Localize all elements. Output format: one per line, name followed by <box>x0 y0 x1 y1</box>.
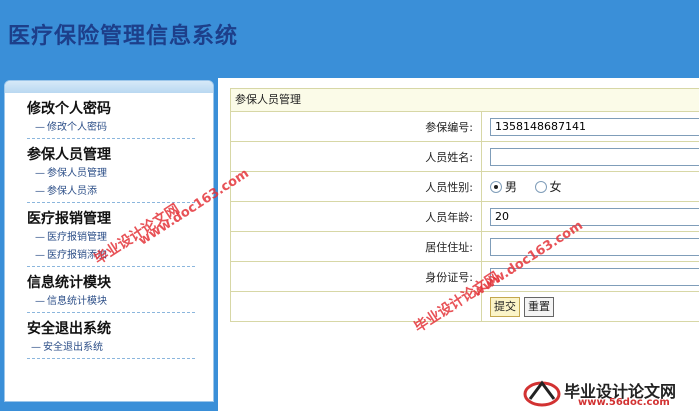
dash-icon: — <box>35 232 45 243</box>
menu-group-insured: 参保人员管理 — 参保人员管理 — 参保人员添 <box>5 145 213 203</box>
form-row: 人员姓名: <box>231 141 699 172</box>
dash-icon: — <box>31 342 41 353</box>
sidebar-item-label: 修改个人密码 <box>47 122 107 133</box>
form-row: 人员性别: 男 女 <box>231 171 699 202</box>
dash-icon: — <box>35 122 45 133</box>
sidebar-item-insured-manage[interactable]: — 参保人员管理 <box>27 165 189 183</box>
dash-icon: — <box>35 168 45 179</box>
divider <box>27 358 195 359</box>
label-gender: 人员性别: <box>231 171 482 202</box>
menu-group-stats: 信息统计模块 — 信息统计模块 <box>5 273 213 313</box>
menu-head-password: 修改个人密码 <box>27 101 111 117</box>
logo-icon <box>523 380 561 407</box>
menu-head-stats: 信息统计模块 <box>27 275 111 291</box>
sidebar-item-label: 安全退出系统 <box>43 342 103 353</box>
app-title: 医疗保险管理信息系统 <box>8 23 239 49</box>
form-row: 参保编号: <box>231 112 699 142</box>
divider <box>27 266 195 267</box>
dash-icon: — <box>35 250 45 261</box>
name-input[interactable] <box>490 147 699 166</box>
logo-url: www.56doc.com <box>578 397 670 408</box>
age-input[interactable] <box>490 207 699 226</box>
menu-head-logout: 安全退出系统 <box>27 321 111 337</box>
label-name: 人员姓名: <box>231 141 482 172</box>
sidebar-item-change-password[interactable]: — 修改个人密码 <box>27 119 189 137</box>
sidebar-item-label: 参保人员管理 <box>47 168 107 179</box>
address-input[interactable] <box>490 237 699 256</box>
footer-logo: 毕业设计论文网 www.56doc.com <box>520 376 698 410</box>
menu-group-logout: 安全退出系统 — 安全退出系统 <box>5 319 213 359</box>
gender-female-radio[interactable] <box>534 180 547 193</box>
insure-no-input[interactable] <box>490 117 699 136</box>
dash-icon: — <box>35 296 45 307</box>
gender-male-radio[interactable] <box>490 180 502 193</box>
menu-head-insured: 参保人员管理 <box>27 147 111 163</box>
label-address: 居住住址: <box>231 231 482 262</box>
sidebar-item-insured-add[interactable]: — 参保人员添 <box>27 183 189 201</box>
sidebar-item-label: 信息统计模块 <box>47 296 107 307</box>
sidebar-item-label: 参保人员添 <box>47 186 97 197</box>
panel-title: 参保人员管理 <box>231 89 699 112</box>
main-content: 参保人员管理 参保编号: 人员姓名: 人员性别: 男 女 人员年龄: <box>218 78 699 411</box>
label-idcard: 身份证号: <box>231 261 482 292</box>
sidebar-topbar <box>5 81 213 93</box>
sidebar-item-label: 医疗报销管理 <box>47 232 107 243</box>
menu-group-password: 修改个人密码 — 修改个人密码 <box>5 99 213 139</box>
form-row: 居住住址: <box>231 231 699 262</box>
divider <box>27 138 195 139</box>
form-row: 人员年龄: <box>231 201 699 232</box>
label-insure-no: 参保编号: <box>231 112 482 142</box>
sidebar-item-logout[interactable]: — 安全退出系统 <box>27 339 185 357</box>
dash-icon: — <box>35 186 45 197</box>
divider <box>27 312 195 313</box>
gender-male-label: 男 <box>505 180 518 194</box>
label-age: 人员年龄: <box>231 201 482 232</box>
submit-button[interactable]: 提交 <box>490 296 520 317</box>
reset-button[interactable]: 重置 <box>524 296 554 317</box>
gender-female-label: 女 <box>549 180 562 194</box>
sidebar-item-stats[interactable]: — 信息统计模块 <box>27 293 189 311</box>
app-header: 医疗保险管理信息系统 <box>0 0 699 76</box>
